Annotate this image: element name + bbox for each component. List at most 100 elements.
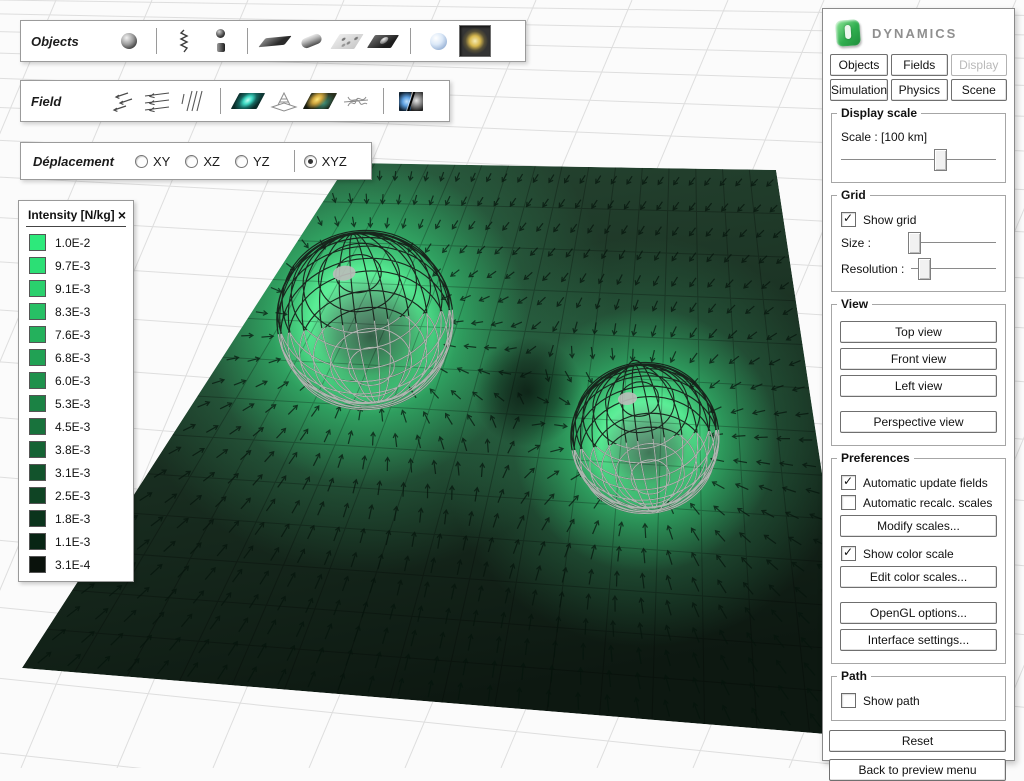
plate-object-icon[interactable] [260, 26, 290, 56]
show-color-scale-label[interactable]: Show color scale [863, 547, 954, 561]
display-scale-slider[interactable] [841, 149, 996, 170]
front-view-button[interactable]: Front view [840, 348, 997, 370]
legend-value: 9.1E-3 [55, 282, 90, 296]
top-view-button[interactable]: Top view [840, 321, 997, 343]
edit-color-scales-button[interactable]: Edit color scales... [840, 566, 997, 588]
show-path-label[interactable]: Show path [863, 694, 920, 708]
displacement-option-xyz[interactable]: XYZ [304, 154, 347, 169]
legend-entry: 3.8E-3 [19, 438, 133, 461]
legend-value: 1.8E-3 [55, 512, 90, 526]
parallel-lines-field-icon[interactable] [178, 86, 208, 116]
radio-label[interactable]: XYZ [322, 154, 347, 169]
scale-label: Scale : [100 km] [841, 130, 927, 144]
nav-scene-button[interactable]: Scene [951, 79, 1007, 101]
legend-color-swatch [29, 510, 46, 527]
displacement-option-yz[interactable]: YZ [235, 154, 270, 169]
slider-thumb[interactable] [918, 258, 931, 280]
back-to-preview-menu-button[interactable]: Back to preview menu [829, 759, 1006, 781]
legend-color-swatch [29, 418, 46, 435]
application-window: Objects Field [0, 0, 1024, 768]
legend-entry: 8.3E-3 [19, 300, 133, 323]
grid-group: Grid Show grid Size : Resolution : [831, 195, 1006, 292]
surface-wave-field-icon[interactable] [341, 86, 371, 116]
displacement-option-xy[interactable]: XY [135, 154, 170, 169]
legend-entry: 4.5E-3 [19, 415, 133, 438]
slider-track[interactable] [841, 159, 996, 160]
radio-icon[interactable] [185, 155, 198, 168]
radio-label[interactable]: XY [153, 154, 170, 169]
particle-plate-object-icon[interactable] [332, 26, 362, 56]
grid-size-slider[interactable] [910, 232, 996, 253]
toolbar-separator [156, 28, 157, 54]
legend-value: 1.1E-3 [55, 535, 90, 549]
parallel-lines-icon [180, 89, 206, 113]
legend-entry: 9.7E-3 [19, 254, 133, 277]
show-grid-checkbox[interactable] [841, 212, 856, 227]
legend-close-button[interactable]: × [118, 210, 126, 220]
plate-with-ball-object-icon[interactable] [368, 26, 398, 56]
slider-thumb[interactable] [908, 232, 921, 254]
automatic-recalc-scales-checkbox[interactable] [841, 495, 856, 510]
radio-icon[interactable] [235, 155, 248, 168]
interface-settings-button[interactable]: Interface settings... [840, 629, 997, 651]
legend-color-swatch [29, 349, 46, 366]
show-color-scale-checkbox[interactable] [841, 546, 856, 561]
legend-entry: 1.1E-3 [19, 530, 133, 553]
legend-value: 6.8E-3 [55, 351, 90, 365]
left-view-button[interactable]: Left view [840, 375, 997, 397]
toolbar-separator [247, 28, 248, 54]
surface-peak-field-icon[interactable] [269, 86, 299, 116]
displacement-options: XY XZ YZ XYZ [135, 150, 362, 172]
grid-title: Grid [837, 188, 870, 202]
show-path-checkbox[interactable] [841, 693, 856, 708]
radio-icon[interactable] [304, 155, 317, 168]
displacement-option-xz[interactable]: XZ [185, 154, 220, 169]
ball-and-cylinder-object-icon[interactable] [205, 26, 235, 56]
intensity-plane-yellow-field-icon[interactable] [305, 86, 335, 116]
legend-value: 1.0E-2 [55, 236, 90, 250]
shadow-right [599, 402, 699, 502]
automatic-update-fields-label[interactable]: Automatic update fields [863, 476, 988, 490]
automatic-update-fields-checkbox[interactable] [841, 475, 856, 490]
field-toolbar-label: Field [31, 94, 103, 109]
glowing-sphere-object-icon[interactable] [459, 25, 491, 57]
vector-arrows-field-icon[interactable] [106, 86, 136, 116]
legend-color-swatch [29, 326, 46, 343]
perspective-view-button[interactable]: Perspective view [840, 411, 997, 433]
radio-label[interactable]: YZ [253, 154, 270, 169]
slider-thumb[interactable] [934, 149, 947, 171]
intensity-plane-field-icon[interactable] [233, 86, 263, 116]
objects-toolbar: Objects [20, 20, 526, 62]
show-grid-label[interactable]: Show grid [863, 213, 916, 227]
glossy-sphere-object-icon[interactable] [423, 26, 453, 56]
legend-color-swatch [29, 395, 46, 412]
cylinder-object-icon[interactable] [296, 26, 326, 56]
opengl-options-button[interactable]: OpenGL options... [840, 602, 997, 624]
slider-track[interactable] [910, 242, 996, 243]
radio-icon[interactable] [135, 155, 148, 168]
sphere-object-icon[interactable] [114, 26, 144, 56]
toolbar-separator [220, 88, 221, 114]
legend-entry: 6.8E-3 [19, 346, 133, 369]
nav-physics-button[interactable]: Physics [891, 79, 947, 101]
legend-entry: 3.1E-3 [19, 461, 133, 484]
modify-scales-button[interactable]: Modify scales... [840, 515, 997, 537]
nav-objects-button[interactable]: Objects [830, 54, 888, 76]
field-toolbar: Field [20, 80, 450, 122]
legend-value: 8.3E-3 [55, 305, 90, 319]
nav-fields-button[interactable]: Fields [891, 54, 947, 76]
legend-color-swatch [29, 280, 46, 297]
reset-button[interactable]: Reset [829, 730, 1006, 752]
nav-buttons: ObjectsFieldsDisplaySimulationPhysicsSce… [830, 54, 1007, 101]
spring-object-icon[interactable] [169, 26, 199, 56]
vector-arrows-icon [108, 89, 134, 113]
field-lines-field-icon[interactable] [142, 86, 172, 116]
automatic-recalc-scales-label[interactable]: Automatic recalc. scales [863, 496, 992, 510]
legend-color-swatch [29, 487, 46, 504]
toolbar-separator [410, 28, 411, 54]
grid-resolution-slider[interactable] [911, 258, 996, 279]
brand-row: DYNAMICS [836, 20, 1014, 46]
split-display-field-icon[interactable] [396, 86, 426, 116]
radio-label[interactable]: XZ [203, 154, 220, 169]
nav-simulation-button[interactable]: Simulation [830, 79, 888, 101]
